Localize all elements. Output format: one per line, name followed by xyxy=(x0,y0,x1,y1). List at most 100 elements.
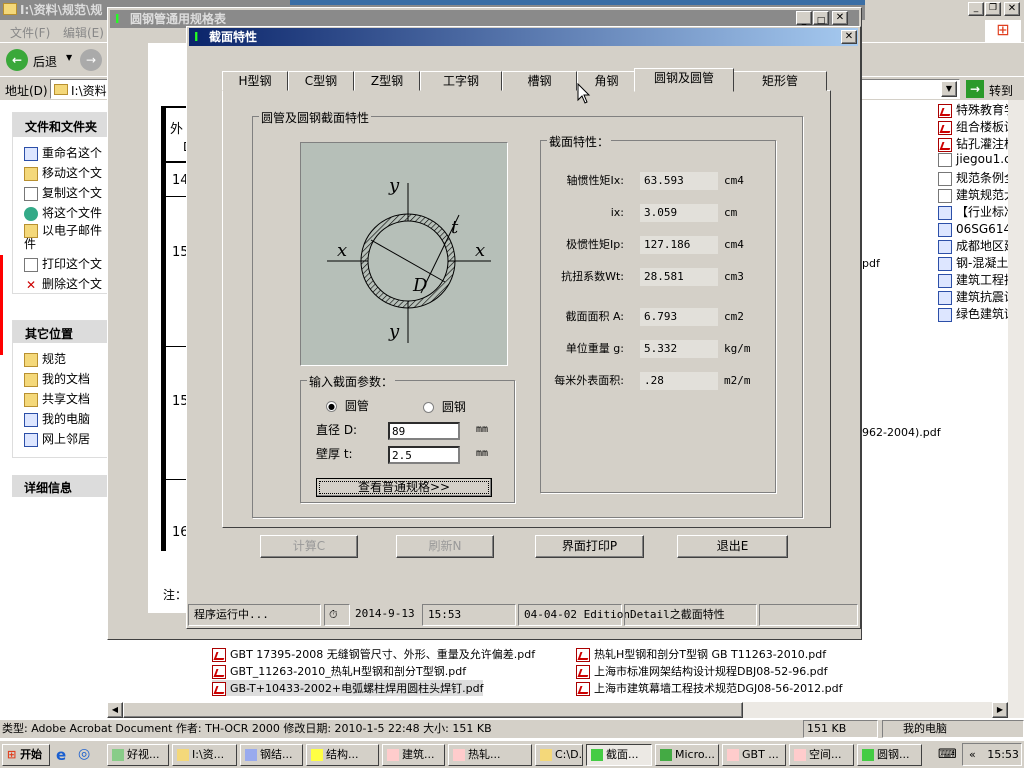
dialog-title: 截面特性 xyxy=(209,30,258,44)
file-item[interactable]: 规范条例全集 xyxy=(938,169,1008,186)
start-button[interactable]: ⊞ 开始 xyxy=(2,744,50,766)
file-item[interactable]: 钢-混凝土组合 xyxy=(938,254,1008,271)
address-label: 地址(D) xyxy=(5,84,48,98)
file-item[interactable]: 钻孔灌注桩施 xyxy=(938,135,1008,152)
taskbar-item[interactable]: 截面... xyxy=(586,744,652,766)
view-specs-button[interactable]: 查看普通规格>> xyxy=(316,478,492,497)
go-arrow-icon[interactable]: → xyxy=(966,80,984,98)
file-item[interactable]: 【行业标准】 xyxy=(938,203,1008,220)
file-item[interactable]: GBT_11263-2010_热轧H型钢和剖分T型钢.pdf xyxy=(212,663,466,679)
task-rename[interactable]: 重命名这个 xyxy=(24,144,102,161)
address-dropdown-button[interactable]: ▼ xyxy=(941,81,957,97)
file-item[interactable]: 建筑规范大全 xyxy=(938,186,1008,203)
stopwatch-icon: ⏱ xyxy=(324,604,350,626)
details-header[interactable]: 详细信息 xyxy=(12,475,112,497)
scroll-thumb[interactable] xyxy=(123,702,743,718)
taskbar-item[interactable]: Micro... xyxy=(655,744,719,766)
tray-expand-icon[interactable]: « xyxy=(969,748,976,761)
tab-z-steel[interactable]: Z型钢 xyxy=(354,71,420,91)
task-print[interactable]: 打印这个文 xyxy=(24,255,102,272)
scroll-left-button[interactable]: ◀ xyxy=(107,702,123,718)
forward-arrow-icon[interactable]: → xyxy=(80,49,102,71)
task-copy[interactable]: 复制这个文 xyxy=(24,184,102,201)
minimize-button[interactable]: _ xyxy=(968,2,984,16)
place-guifan[interactable]: 规范 xyxy=(24,350,66,367)
radio-bar[interactable]: 圆钢 xyxy=(423,398,466,415)
taskbar-item[interactable]: 热轧... xyxy=(448,744,532,766)
print-button[interactable]: 界面打印P xyxy=(535,535,644,558)
file-item[interactable]: 建筑抗震设计 xyxy=(938,288,1008,305)
partial-filename[interactable]: pdf xyxy=(862,257,880,270)
radio-tube[interactable]: ● 圆管 xyxy=(326,397,369,414)
file-item-selected[interactable]: GB-T+10433-2002+电弧螺柱焊用圆柱头焊钉.pdf xyxy=(212,680,484,696)
tab-round-tube[interactable]: 圆钢及圆管 xyxy=(634,68,734,92)
file-item[interactable]: 特殊教育学校 xyxy=(938,101,1008,118)
svg-text:x: x xyxy=(337,240,347,261)
menu-edit[interactable]: 编辑(E) xyxy=(63,24,104,41)
minimize-button[interactable]: _ xyxy=(796,11,812,26)
taskbar-item[interactable]: 空间... xyxy=(789,744,854,766)
tab-c-steel[interactable]: C型钢 xyxy=(288,71,354,91)
file-item[interactable]: 上海市建筑幕墙工程技术规范DGJ08-56-2012.pdf xyxy=(576,680,843,696)
taskbar-item[interactable]: 圆钢... xyxy=(857,744,922,766)
horizontal-scrollbar[interactable]: ◀ ▶ xyxy=(107,702,1008,718)
property-label: 极惯性矩Ip: xyxy=(566,238,624,251)
taskbar-item[interactable]: 钢结... xyxy=(240,744,303,766)
file-item[interactable]: 绿色建筑评价 xyxy=(938,305,1008,322)
maximize-button[interactable]: □ xyxy=(813,11,829,26)
taskbar-item[interactable]: 结构... xyxy=(306,744,379,766)
vertical-scrollbar[interactable] xyxy=(1008,100,1024,718)
partial-filename[interactable]: 962-2004).pdf xyxy=(862,426,941,439)
calculate-button[interactable]: 计算C xyxy=(260,535,358,558)
file-item[interactable]: 06SG614-1砌体 xyxy=(938,220,1008,237)
back-button[interactable]: 后退 xyxy=(33,53,57,70)
tab-h-steel[interactable]: H型钢 xyxy=(222,71,288,91)
back-arrow-icon[interactable]: ← xyxy=(6,49,28,71)
file-item[interactable]: 建筑工程抗震 xyxy=(938,271,1008,288)
task-move[interactable]: 移动这个文 xyxy=(24,164,102,181)
taskbar-item[interactable]: 建筑... xyxy=(382,744,445,766)
refresh-button[interactable]: 刷新N xyxy=(396,535,494,558)
place-my-documents[interactable]: 我的文档 xyxy=(24,370,90,387)
thickness-input[interactable] xyxy=(388,446,460,464)
go-button[interactable]: 转到 xyxy=(989,82,1013,99)
task-email[interactable]: 以电子邮件 件 xyxy=(24,224,102,251)
file-item[interactable]: 热轧H型钢和剖分T型钢 GB T11263-2010.pdf xyxy=(576,646,826,662)
place-network[interactable]: 网上邻居 xyxy=(24,430,90,447)
exit-button[interactable]: 退出E xyxy=(677,535,788,558)
restore-button[interactable]: ❐ xyxy=(985,2,1001,16)
quicklaunch-icon[interactable]: ◎ xyxy=(78,746,90,762)
doc-file-icon xyxy=(938,222,952,237)
taskbar-item-icon xyxy=(311,749,323,761)
tab-i-beam[interactable]: 工字钢 xyxy=(420,71,502,91)
keyboard-icon[interactable]: ⌨ xyxy=(938,747,957,762)
taskbar-item[interactable]: C:\D... xyxy=(535,744,583,766)
app-i-icon: I xyxy=(115,12,120,26)
file-item[interactable]: 上海市标准网架结构设计规程DBJ08-52-96.pdf xyxy=(576,663,828,679)
place-shared-documents[interactable]: 共享文档 xyxy=(24,390,90,407)
back-dropdown-icon[interactable]: ▼ xyxy=(66,53,72,62)
taskbar-item-icon xyxy=(660,749,672,761)
radio-unchecked-icon xyxy=(423,402,434,413)
close-button[interactable]: ✕ xyxy=(1004,2,1020,16)
file-item[interactable]: 成都地区建筑 xyxy=(938,237,1008,254)
close-button[interactable]: ✕ xyxy=(841,30,857,44)
file-item[interactable]: GBT 17395-2008 无缝钢管尺寸、外形、重量及允许偏差.pdf xyxy=(212,646,535,662)
place-my-computer[interactable]: 我的电脑 xyxy=(24,410,90,427)
rename-icon xyxy=(24,146,38,161)
file-item[interactable]: jiegou1.chm xyxy=(938,152,1008,167)
tab-channel[interactable]: 槽钢 xyxy=(502,71,577,91)
diameter-input[interactable] xyxy=(388,422,460,440)
system-tray: « 15:53 xyxy=(962,743,1022,766)
task-publish[interactable]: 将这个文件 xyxy=(24,204,102,221)
taskbar-item[interactable]: GBT ... xyxy=(722,744,786,766)
ie-icon[interactable]: e xyxy=(56,746,66,764)
taskbar-item[interactable]: I:\资... xyxy=(172,744,237,766)
task-delete[interactable]: ✕ 删除这个文 xyxy=(24,275,102,292)
taskbar-item[interactable]: 好视... xyxy=(107,744,169,766)
tab-rect-tube[interactable]: 矩形管 xyxy=(733,71,827,91)
scroll-right-button[interactable]: ▶ xyxy=(992,702,1008,718)
menu-file[interactable]: 文件(F) xyxy=(10,24,50,41)
close-button[interactable]: ✕ xyxy=(832,11,848,25)
file-item[interactable]: 组合楼板设计 xyxy=(938,118,1008,135)
